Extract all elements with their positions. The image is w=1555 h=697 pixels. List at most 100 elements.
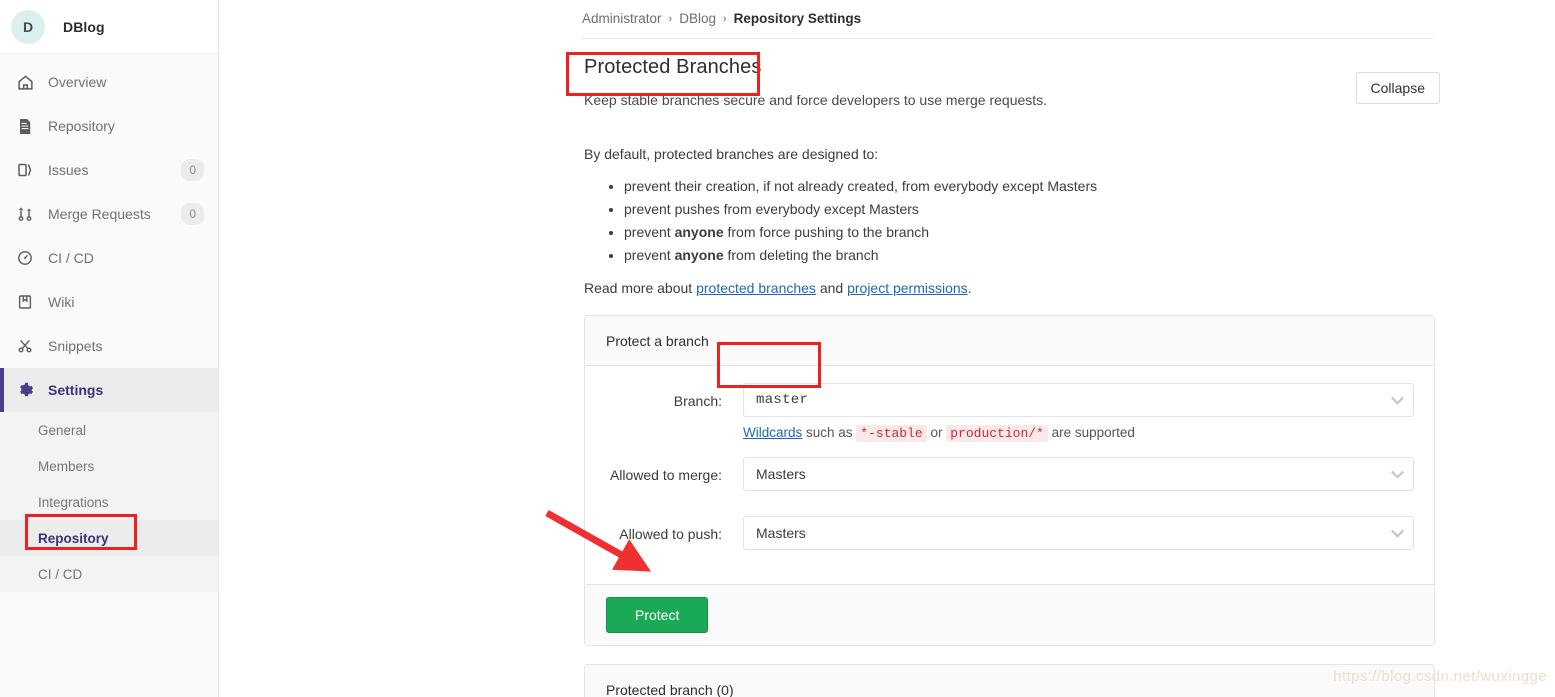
sidebar-subitem-integrations[interactable]: Integrations	[0, 484, 218, 520]
sidebar-item-label: Wiki	[48, 294, 75, 310]
sidebar-item-label: Merge Requests	[48, 206, 151, 222]
breadcrumb-separator-icon: ›	[668, 12, 673, 25]
sidebar-item-issues[interactable]: Issues 0	[0, 148, 218, 192]
issues-icon	[16, 161, 34, 179]
allowed-to-push-row: Allowed to push: Masters	[585, 516, 1414, 550]
project-sidebar: D DBlog Overview Repository Issues 0 Mer…	[0, 0, 219, 697]
breadcrumb-item-repository-settings[interactable]: Repository Settings	[734, 11, 862, 26]
sidebar-subitem-ci-cd[interactable]: CI / CD	[0, 556, 218, 592]
merge-requests-count-badge: 0	[181, 203, 204, 225]
allowed-to-push-value: Masters	[756, 525, 806, 541]
chevron-down-icon	[1391, 391, 1404, 405]
reason-text: prevent their creation, if not already c…	[624, 178, 1098, 194]
page-title: Protected Branches	[584, 56, 762, 78]
merge-request-icon	[16, 205, 34, 223]
protected-branches-link[interactable]: protected branches	[696, 280, 816, 296]
issues-count-badge: 0	[181, 159, 204, 181]
scissors-icon	[16, 337, 34, 355]
reason-text-tail: from force pushing to the branch	[723, 224, 930, 240]
sidebar-item-overview[interactable]: Overview	[0, 60, 218, 104]
sidebar-subitem-label: CI / CD	[38, 566, 83, 582]
help-suffix: are supported	[1047, 425, 1135, 440]
app-root: D DBlog Overview Repository Issues 0 Mer…	[0, 0, 1555, 697]
sidebar-subitem-label: Repository	[38, 530, 109, 546]
sidebar-subitem-label: Members	[38, 458, 95, 474]
allowed-to-merge-label: Allowed to merge:	[609, 467, 722, 483]
breadcrumb-item-administrator[interactable]: Administrator	[582, 11, 662, 26]
sidebar-subitem-general[interactable]: General	[0, 412, 218, 448]
branch-select-value: master	[756, 392, 809, 408]
rocket-gauge-icon	[16, 249, 34, 267]
project-name: DBlog	[63, 18, 105, 35]
settings-section: Protected Branches Keep stable branches …	[582, 52, 1442, 697]
protect-branch-panel-footer: Protect	[585, 584, 1434, 645]
book-icon	[16, 293, 34, 311]
read-more-suffix: .	[967, 280, 972, 296]
project-header[interactable]: D DBlog	[0, 0, 218, 54]
reason-text-tail: from deleting the branch	[723, 247, 879, 263]
help-mid-2: or	[926, 425, 947, 440]
list-item: prevent anyone from force pushing to the…	[624, 222, 1442, 243]
help-mid-1: such as	[802, 425, 857, 440]
breadcrumb-separator-icon: ›	[722, 12, 727, 25]
allowed-to-merge-row: Allowed to merge: Masters	[585, 457, 1414, 491]
read-more-prefix: Read more about	[584, 280, 697, 296]
list-item: prevent their creation, if not already c…	[624, 176, 1442, 197]
protect-branch-form: Branch: master Wildcards such as *-stabl…	[585, 366, 1434, 584]
project-avatar: D	[11, 9, 45, 44]
breadcrumb-item-dblog[interactable]: DBlog	[679, 11, 716, 26]
list-item: prevent anyone from deleting the branch	[624, 245, 1442, 266]
read-more-line: Read more about protected branches and p…	[584, 280, 1442, 296]
branch-label: Branch:	[673, 393, 722, 409]
allowed-to-merge-select[interactable]: Masters	[743, 457, 1414, 491]
main-content: Administrator › DBlog › Repository Setti…	[219, 0, 1555, 697]
chevron-down-icon	[1391, 524, 1404, 538]
gear-icon	[16, 381, 34, 399]
reason-emphasis: anyone	[674, 247, 724, 263]
sidebar-item-wiki[interactable]: Wiki	[0, 280, 218, 324]
sidebar-subitem-label: General	[38, 422, 87, 438]
sidebar-subitem-members[interactable]: Members	[0, 448, 218, 484]
branch-select[interactable]: master	[743, 383, 1414, 417]
read-more-middle: and	[815, 280, 848, 296]
branch-help-text: Wildcards such as *-stable or production…	[743, 424, 1414, 443]
sidebar-nav: Overview Repository Issues 0 Merge Reque…	[0, 54, 218, 412]
allowed-to-push-select[interactable]: Masters	[743, 516, 1414, 550]
breadcrumb-divider	[582, 38, 1433, 39]
protect-branch-panel: Protect a branch Branch: master Wildcard…	[584, 315, 1435, 646]
sidebar-item-settings[interactable]: Settings	[0, 368, 218, 412]
allowed-to-push-label: Allowed to push:	[619, 526, 722, 542]
sidebar-item-ci-cd[interactable]: CI / CD	[0, 236, 218, 280]
reason-text: prevent	[624, 247, 675, 263]
page-subtitle: Keep stable branches secure and force de…	[584, 92, 1048, 108]
sidebar-item-label: Snippets	[48, 338, 103, 354]
sidebar-item-merge-requests[interactable]: Merge Requests 0	[0, 192, 218, 236]
sidebar-subitem-label: Integrations	[38, 494, 109, 510]
sidebar-item-label: Overview	[48, 74, 107, 90]
wildcards-link[interactable]: Wildcards	[743, 425, 802, 440]
reason-emphasis: anyone	[674, 224, 724, 240]
sidebar-item-label: Settings	[48, 382, 104, 398]
collapse-button[interactable]: Collapse	[1355, 72, 1440, 104]
chevron-down-icon	[1391, 465, 1404, 479]
settings-subnav: General Members Integrations Repository …	[0, 412, 218, 592]
sidebar-item-label: Repository	[48, 118, 115, 134]
protected-branch-list-panel: Protected branch (0)	[584, 664, 1435, 697]
protected-branch-list-header: Protected branch (0)	[585, 665, 1434, 697]
breadcrumb: Administrator › DBlog › Repository Setti…	[219, 0, 1555, 26]
sidebar-subitem-repository[interactable]: Repository	[0, 520, 218, 556]
file-document-icon	[16, 117, 34, 135]
wildcard-example-stable: *-stable	[856, 425, 927, 442]
protect-button[interactable]: Protect	[606, 597, 709, 633]
sidebar-item-repository[interactable]: Repository	[0, 104, 218, 148]
allowed-to-merge-value: Masters	[756, 466, 806, 482]
reason-text: prevent pushes from everybody except Mas…	[624, 201, 919, 217]
sidebar-item-snippets[interactable]: Snippets	[0, 324, 218, 368]
list-item: prevent pushes from everybody except Mas…	[624, 199, 1442, 220]
project-permissions-link[interactable]: project permissions	[847, 280, 968, 296]
intro-text: By default, protected branches are desig…	[584, 146, 879, 162]
sidebar-item-label: CI / CD	[48, 250, 94, 266]
home-icon	[16, 73, 34, 91]
reasons-list: prevent their creation, if not already c…	[582, 176, 1442, 266]
sidebar-item-label: Issues	[48, 162, 89, 178]
